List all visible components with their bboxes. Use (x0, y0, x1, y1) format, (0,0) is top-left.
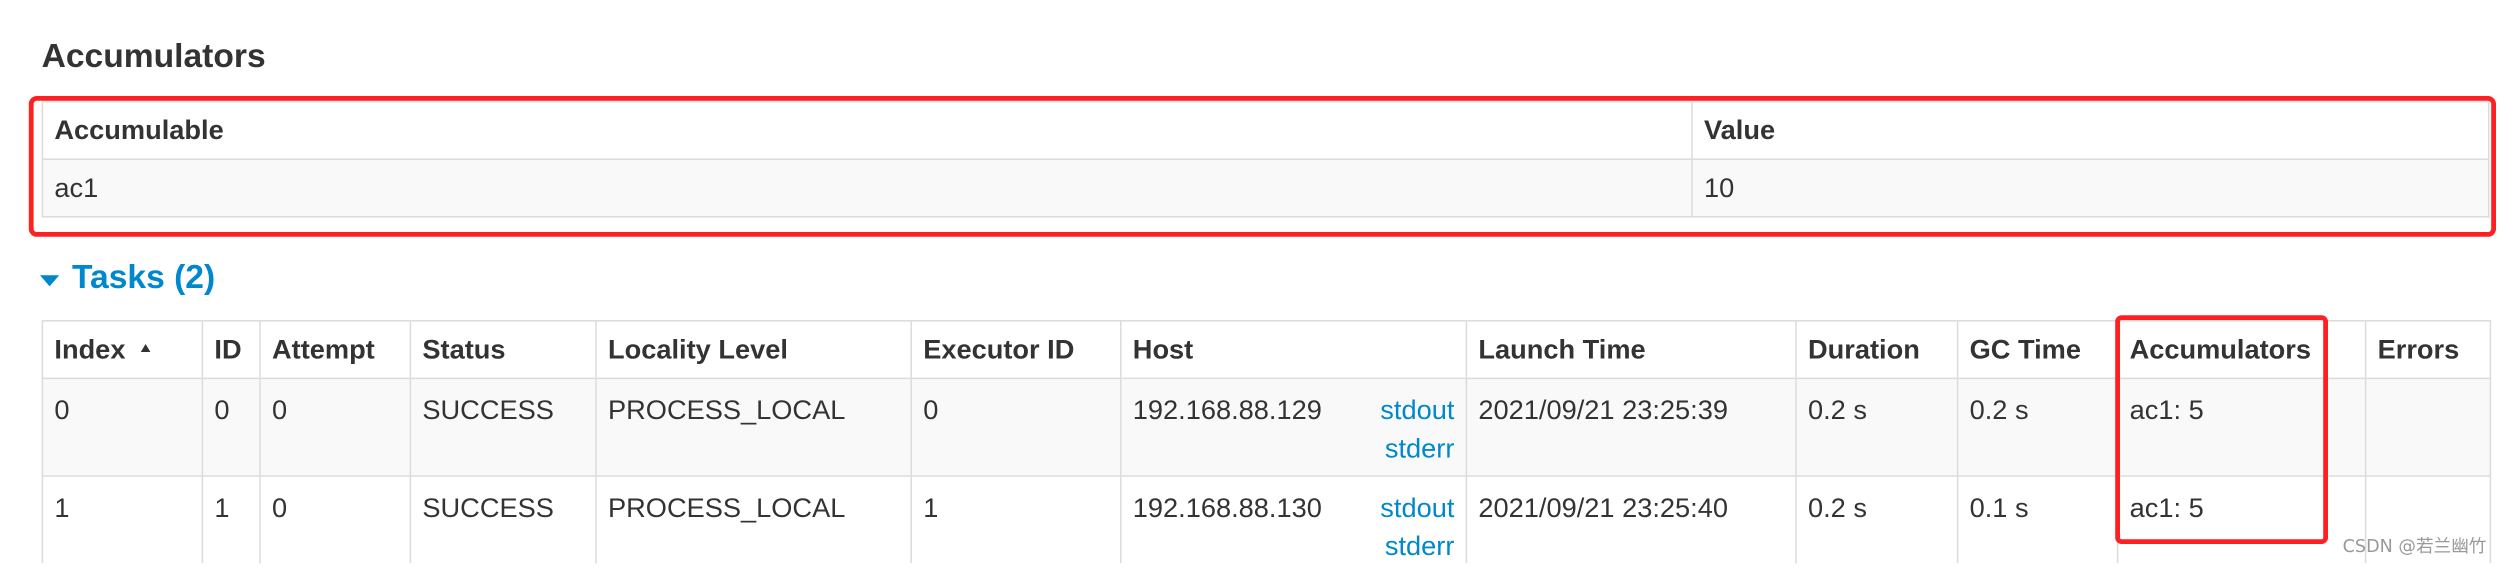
task-attempt: 0 (259, 475, 412, 575)
tasks-table: Index ID Attempt Status Locality Level E… (41, 320, 2492, 575)
log-links: stdout stderr (1380, 392, 1454, 469)
task-errors (2364, 475, 2492, 575)
task-errors (2364, 377, 2492, 477)
accumulators-header-row: Accumulable Value (41, 100, 2490, 160)
task-row: 0 0 0 SUCCESS PROCESS_LOCAL 0 192.168.88… (41, 377, 2492, 477)
accumulable-cell: ac1 (41, 158, 1693, 218)
task-host-cell: 192.168.88.130 stdout stderr (1120, 475, 1468, 575)
tasks-title: Tasks (2) (72, 259, 216, 296)
sort-ascending-icon (141, 344, 152, 353)
log-links: stdout stderr (1380, 490, 1454, 567)
task-locality-level: PROCESS_LOCAL (595, 377, 913, 477)
task-host: 192.168.88.130 (1132, 492, 1322, 524)
stdout-link[interactable]: stdout (1380, 490, 1454, 528)
task-status: SUCCESS (409, 475, 597, 575)
spark-stage-page: Accumulators Accumulable Value ac1 10 Ta… (0, 0, 2503, 579)
value-cell: 10 (1691, 158, 2490, 218)
locality-level-column-header[interactable]: Locality Level (595, 320, 913, 380)
value-header: Value (1691, 100, 2490, 160)
task-host: 192.168.88.129 (1132, 395, 1322, 426)
task-id: 1 (201, 475, 261, 575)
task-executor-id: 0 (910, 377, 1122, 477)
stderr-link[interactable]: stderr (1380, 430, 1455, 468)
tasks-collapse-toggle[interactable]: Tasks (2) (40, 259, 215, 297)
page-clip (0, 563, 2503, 579)
accumulator-row: ac1 10 (41, 158, 2490, 218)
task-id: 0 (201, 377, 261, 477)
id-column-header[interactable]: ID (201, 320, 261, 380)
index-header-label: Index (54, 333, 126, 364)
accumulators-column-header[interactable]: Accumulators (2116, 320, 2367, 380)
status-column-header[interactable]: Status (409, 320, 597, 380)
task-gc-time: 0.2 s (1956, 377, 2119, 477)
task-executor-id: 1 (910, 475, 1122, 575)
task-locality-level: PROCESS_LOCAL (595, 475, 913, 575)
accumulable-header: Accumulable (41, 100, 1693, 160)
task-accumulators: ac1: 5 (2116, 377, 2367, 477)
task-status: SUCCESS (409, 377, 597, 477)
task-index: 1 (41, 475, 204, 575)
task-host-cell: 192.168.88.129 stdout stderr (1120, 377, 1468, 477)
task-index: 0 (41, 377, 204, 477)
task-gc-time: 0.1 s (1956, 475, 2119, 575)
accumulators-table: Accumulable Value ac1 10 (41, 100, 2490, 218)
task-row: 1 1 0 SUCCESS PROCESS_LOCAL 1 192.168.88… (41, 475, 2492, 575)
accumulators-title: Accumulators (41, 38, 266, 76)
gc-time-column-header[interactable]: GC Time (1956, 320, 2119, 380)
tasks-header-row: Index ID Attempt Status Locality Level E… (41, 320, 2492, 380)
task-attempt: 0 (259, 377, 412, 477)
executor-id-column-header[interactable]: Executor ID (910, 320, 1122, 380)
attempt-column-header[interactable]: Attempt (259, 320, 412, 380)
stderr-link[interactable]: stderr (1380, 528, 1455, 566)
index-column-header[interactable]: Index (41, 320, 204, 380)
duration-column-header[interactable]: Duration (1795, 320, 1959, 380)
task-launch-time: 2021/09/21 23:25:40 (1465, 475, 1797, 575)
errors-column-header[interactable]: Errors (2364, 320, 2492, 380)
watermark: CSDN @若兰幽竹 (2342, 536, 2487, 557)
task-launch-time: 2021/09/21 23:25:39 (1465, 377, 1797, 477)
host-column-header[interactable]: Host (1120, 320, 1468, 380)
task-duration: 0.2 s (1795, 377, 1959, 477)
task-duration: 0.2 s (1795, 475, 1959, 575)
launch-time-column-header[interactable]: Launch Time (1465, 320, 1797, 380)
stdout-link[interactable]: stdout (1380, 392, 1454, 430)
caret-down-icon (40, 274, 60, 286)
task-accumulators: ac1: 5 (2116, 475, 2367, 575)
